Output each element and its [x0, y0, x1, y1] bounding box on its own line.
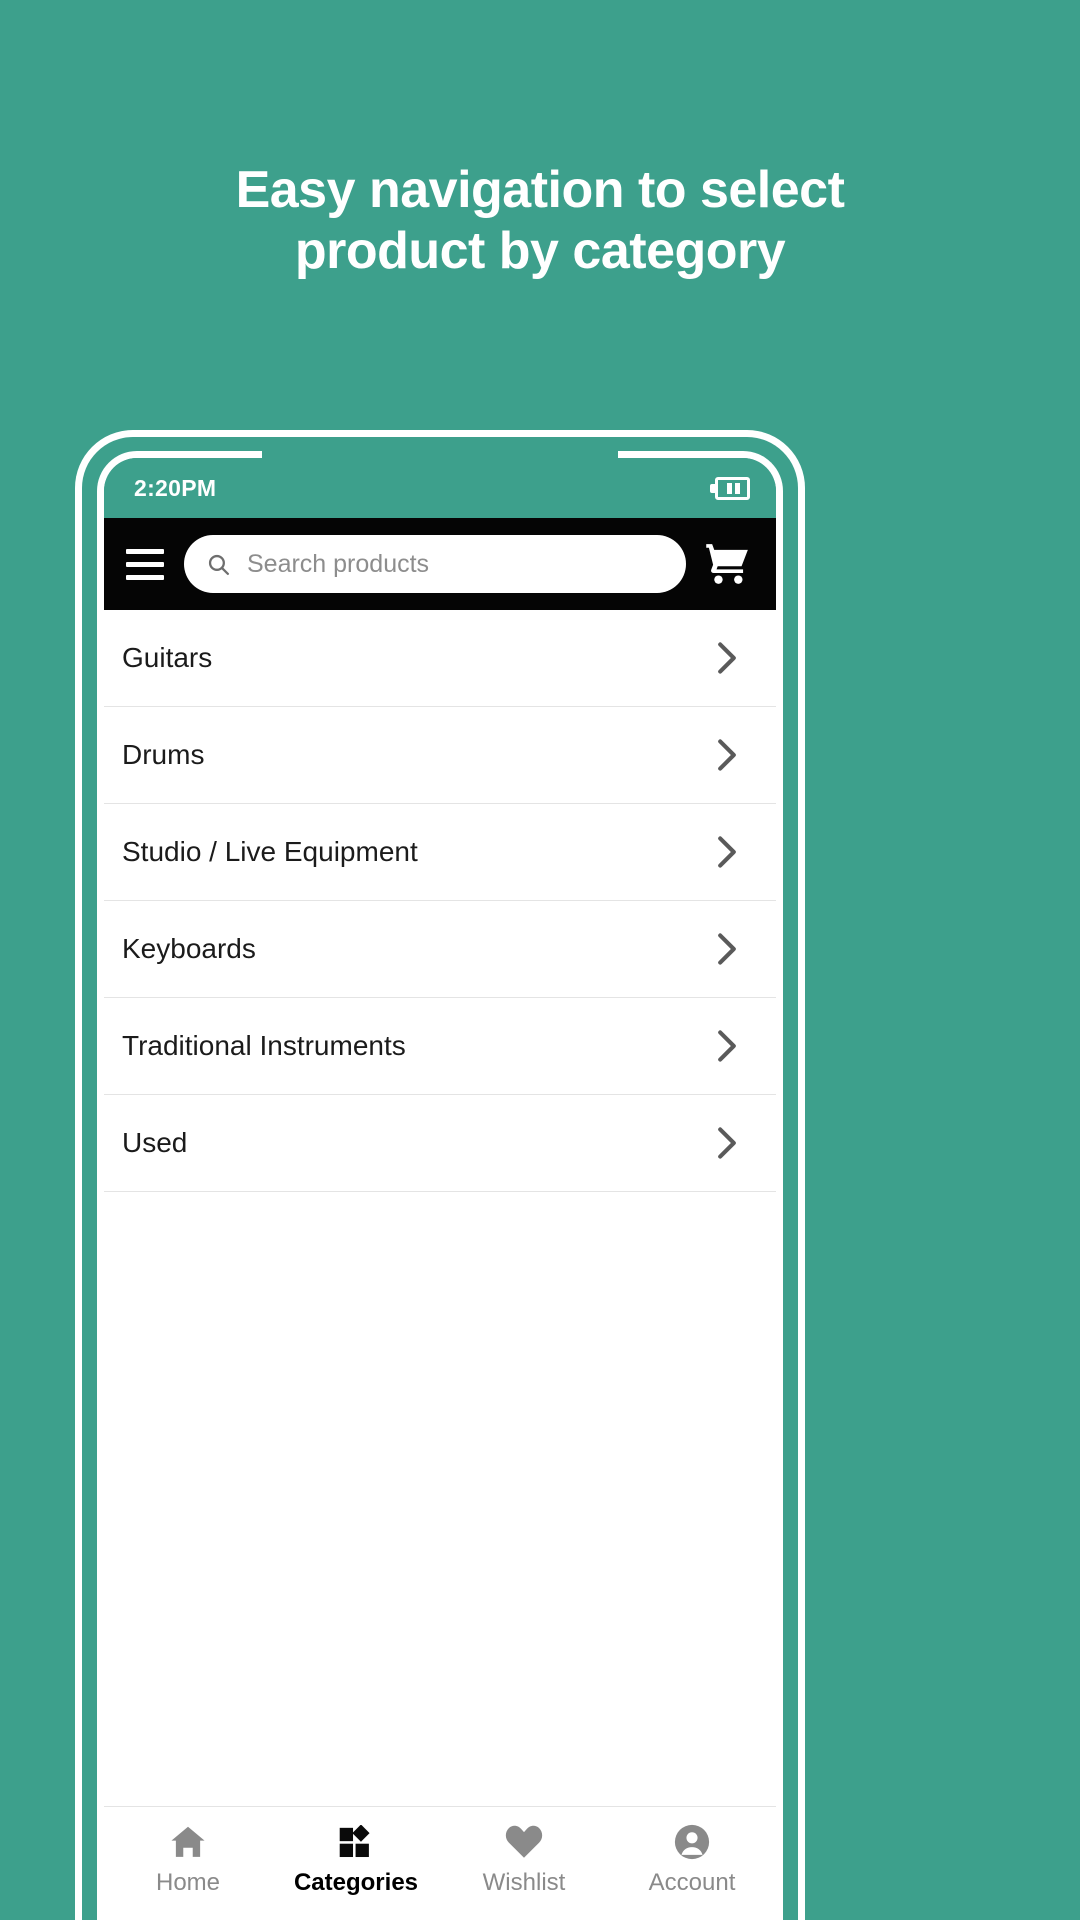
status-bar: 2:20PM: [104, 458, 776, 518]
promo-headline: Easy navigation to select product by cat…: [0, 160, 1080, 283]
promo-headline-line-2: product by category: [294, 222, 786, 281]
status-time: 2:20PM: [134, 474, 217, 501]
battery-icon: [710, 476, 750, 500]
phone-screen-bezel: [97, 451, 783, 1920]
phone-mockup: 2:20PM Search products Guitars Drums Stu…: [75, 430, 805, 1920]
promo-headline-line-1: Easy navigation to select: [235, 161, 845, 219]
